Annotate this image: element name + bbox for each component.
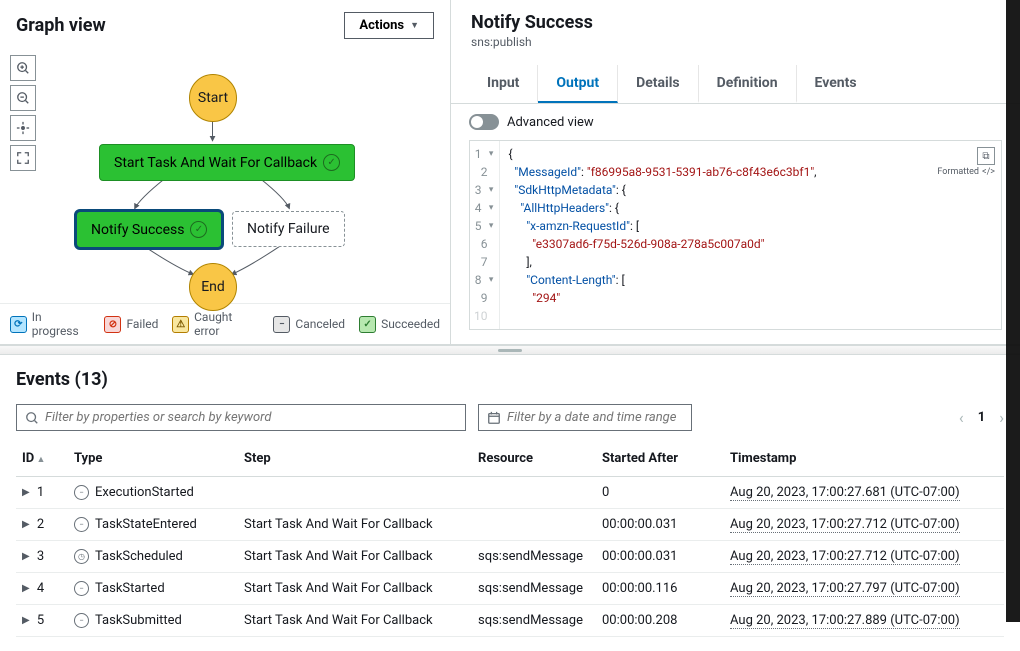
actions-button[interactable]: Actions▼ [344, 12, 434, 39]
calendar-icon [487, 411, 501, 425]
in-progress-icon: ⟳ [10, 316, 27, 333]
col-started[interactable]: Started After [596, 441, 724, 477]
node-start[interactable]: Start [189, 74, 237, 122]
expand-icon[interactable]: ▶ [22, 615, 30, 626]
table-row[interactable]: ▶ 2−TaskStateEnteredStart Task And Wait … [16, 509, 1004, 541]
event-type-icon: − [74, 613, 89, 628]
events-table: ID Type Step Resource Started After Time… [16, 441, 1004, 637]
filter-date-input[interactable] [507, 410, 683, 425]
table-row[interactable]: ▶ 3◷TaskScheduledStart Task And Wait For… [16, 541, 1004, 573]
table-row[interactable]: ▶ 1−ExecutionStarted0Aug 20, 2023, 17:00… [16, 477, 1004, 509]
filter-date-box[interactable] [478, 404, 692, 431]
node-notify-success[interactable]: Notify Success✓ [76, 211, 222, 248]
graph-title: Graph view [16, 15, 106, 36]
tab-details[interactable]: Details [618, 65, 699, 103]
canceled-icon: − [273, 316, 290, 333]
formatted-badge[interactable]: Formatted </> [937, 167, 995, 177]
page-number: 1 [978, 410, 985, 425]
json-content[interactable]: { "MessageId": "f86995a8-9531-5391-ab76-… [500, 141, 1001, 329]
events-section: Events (13) ‹ 1 › ID Type Step Resource … [0, 355, 1020, 651]
event-type-icon: − [74, 581, 89, 596]
graph-pane: Graph view Actions▼ [0, 0, 451, 344]
event-type-icon: − [74, 485, 89, 500]
page-prev-button[interactable]: ‹ [959, 408, 964, 427]
table-row[interactable]: ▶ 5−TaskSubmittedStart Task And Wait For… [16, 605, 1004, 637]
output-json-block: ⧉ Formatted </> 1▾ 2 3▾ 4▾ 5▾ 6 7 8▾ 9 1… [469, 140, 1002, 330]
chevron-down-icon: ▼ [410, 20, 419, 31]
node-task1[interactable]: Start Task And Wait For Callback✓ [99, 144, 355, 181]
col-id[interactable]: ID [16, 441, 68, 477]
scrollbar-edge[interactable] [1006, 0, 1020, 622]
tab-output[interactable]: Output [538, 65, 618, 103]
copy-button[interactable]: ⧉ [977, 147, 995, 165]
tab-definition[interactable]: Definition [699, 65, 797, 103]
tab-events[interactable]: Events [797, 65, 875, 103]
detail-subtitle: sns:publish [471, 35, 1000, 49]
success-check-icon: ✓ [323, 154, 340, 171]
col-timestamp[interactable]: Timestamp [724, 441, 1004, 477]
col-type[interactable]: Type [68, 441, 238, 477]
node-notify-failure[interactable]: Notify Failure [232, 211, 345, 247]
failed-icon: ⊘ [104, 316, 121, 333]
resize-handle[interactable] [0, 345, 1020, 355]
detail-pane: Notify Success sns:publish Input Output … [451, 0, 1020, 344]
page-next-button[interactable]: › [999, 408, 1004, 427]
filter-keyword-input[interactable] [45, 410, 457, 425]
col-step[interactable]: Step [238, 441, 472, 477]
tab-input[interactable]: Input [469, 65, 538, 103]
search-icon [25, 411, 39, 425]
table-row[interactable]: ▶ 4−TaskStartedStart Task And Wait For C… [16, 573, 1004, 605]
col-resource[interactable]: Resource [472, 441, 596, 477]
caught-icon: ⚠ [172, 316, 189, 333]
succeeded-icon: ✓ [359, 316, 376, 333]
events-title: Events (13) [16, 369, 1004, 390]
expand-icon[interactable]: ▶ [22, 583, 30, 594]
success-check-icon: ✓ [190, 221, 207, 238]
node-end[interactable]: End [189, 263, 237, 311]
event-type-icon: ◷ [74, 549, 89, 564]
advanced-view-toggle[interactable] [469, 114, 499, 130]
expand-icon[interactable]: ▶ [22, 519, 30, 530]
graph-legend: ⟳In progress ⊘Failed ⚠Caught error −Canc… [0, 303, 450, 344]
detail-title: Notify Success [471, 12, 1000, 33]
filter-keyword-box[interactable] [16, 404, 466, 431]
event-type-icon: − [74, 517, 89, 532]
expand-icon[interactable]: ▶ [22, 487, 30, 498]
expand-icon[interactable]: ▶ [22, 551, 30, 562]
advanced-view-label: Advanced view [507, 115, 594, 130]
